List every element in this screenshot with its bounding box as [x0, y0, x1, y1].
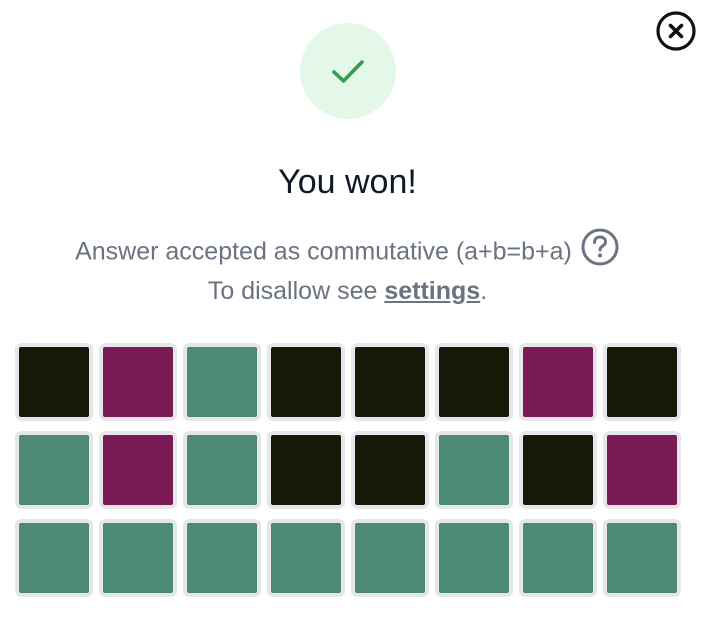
help-button[interactable] [580, 227, 620, 275]
board-cell-absent [603, 343, 681, 421]
settings-link[interactable]: settings [384, 277, 480, 305]
board-cell-absent [15, 343, 93, 421]
disallow-message-prefix: To disallow see [207, 277, 385, 305]
board-cell-correct [183, 431, 261, 509]
board-cell-misplaced [519, 343, 597, 421]
board-cell-correct [183, 519, 261, 597]
close-button[interactable] [655, 10, 697, 52]
board-cell-correct [519, 519, 597, 597]
commutative-message: Answer accepted as commutative (a+b=b+a) [0, 227, 695, 277]
board-cell-absent [267, 343, 345, 421]
board-cell-absent [435, 343, 513, 421]
board-cell-correct [351, 519, 429, 597]
board-cell-misplaced [99, 431, 177, 509]
board-cell-misplaced [99, 343, 177, 421]
disallow-message: To disallow see settings. [0, 275, 695, 307]
commutative-message-text: Answer accepted as commutative (a+b=b+a) [75, 237, 572, 266]
board-cell-absent [351, 343, 429, 421]
dialog-title: You won! [278, 163, 417, 201]
board-cell-correct [99, 519, 177, 597]
disallow-message-suffix: . [480, 277, 488, 305]
board-cell-correct [183, 343, 261, 421]
board-cell-absent [267, 431, 345, 509]
success-badge [300, 23, 396, 119]
win-dialog: You won! Answer accepted as commutative … [0, 0, 718, 620]
board-cell-correct [603, 519, 681, 597]
board-cell-correct [15, 431, 93, 509]
check-icon [332, 60, 364, 83]
board-cell-misplaced [603, 431, 681, 509]
board-cell-correct [435, 519, 513, 597]
help-icon [581, 228, 619, 266]
guess-board [15, 343, 681, 597]
board-cell-correct [267, 519, 345, 597]
board-cell-absent [519, 431, 597, 509]
close-icon [656, 11, 696, 51]
board-cell-absent [351, 431, 429, 509]
board-cell-correct [435, 431, 513, 509]
board-cell-correct [15, 519, 93, 597]
